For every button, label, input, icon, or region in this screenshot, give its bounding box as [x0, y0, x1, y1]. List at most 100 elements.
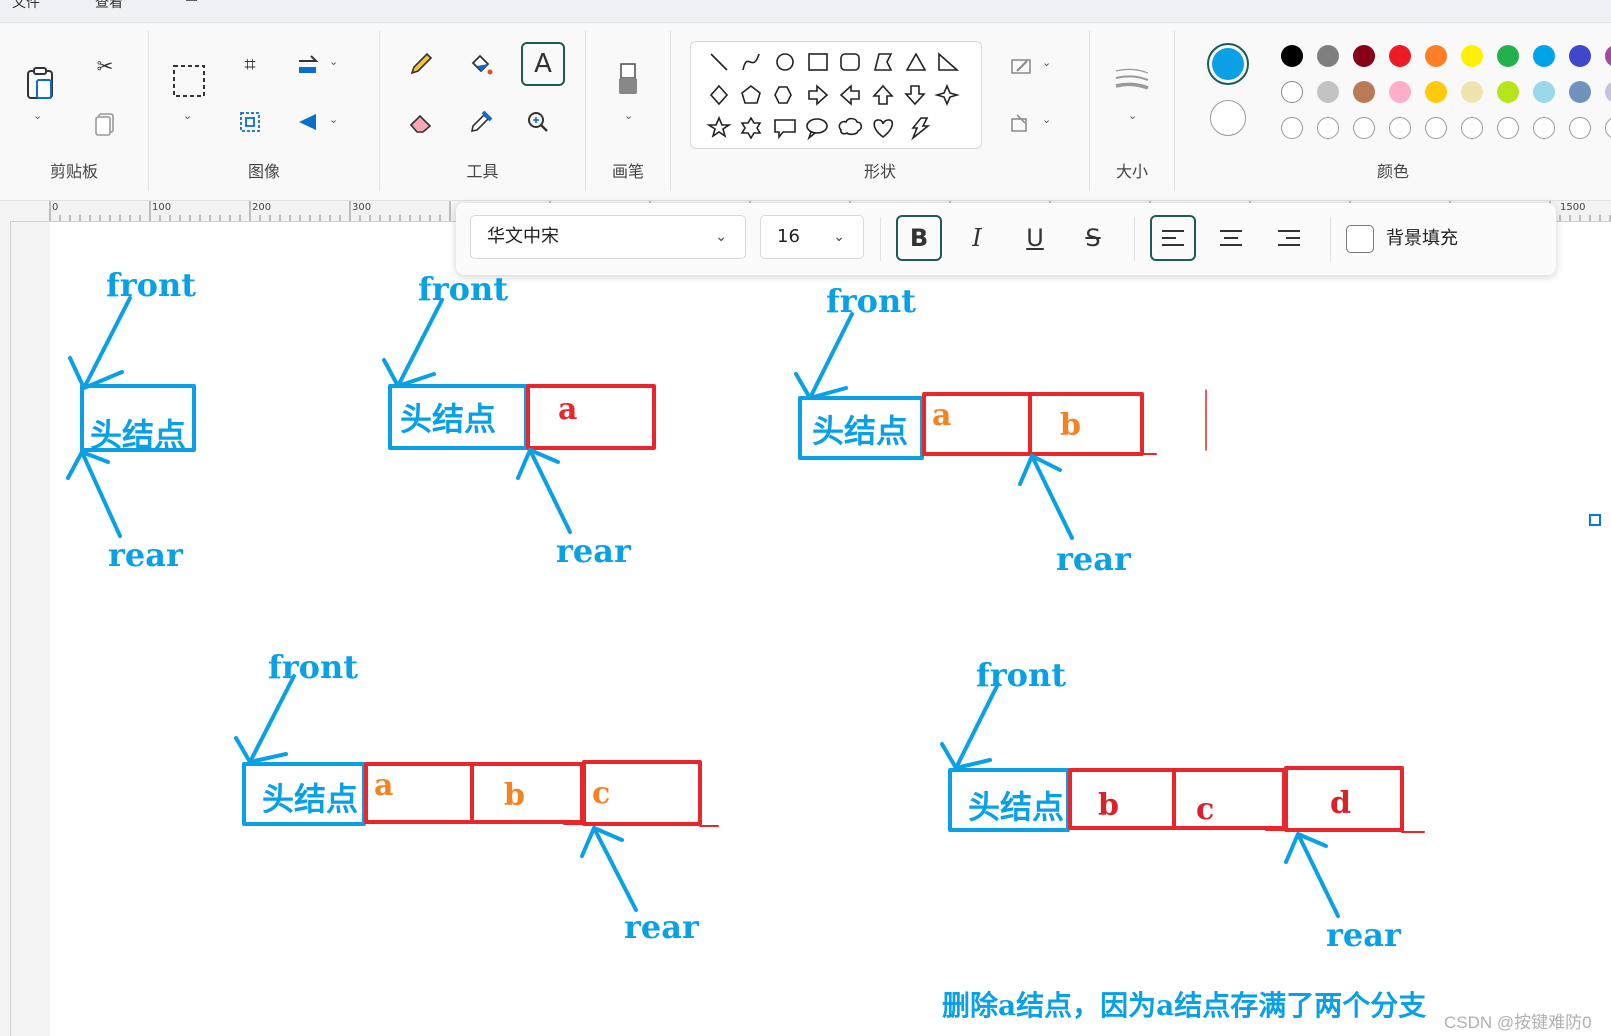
rotate-icon[interactable] [293, 49, 323, 79]
primary-color-button[interactable] [1207, 43, 1249, 85]
pencil-icon[interactable] [406, 49, 436, 79]
menu-file[interactable]: 文件 [12, 0, 40, 12]
rear-label: rear [1056, 540, 1131, 578]
drawing-canvas[interactable]: front 头结点 rear front 头结点 a rear front 头结… [50, 222, 1611, 1036]
oval-shape-icon [776, 53, 794, 71]
bold-button[interactable]: B [896, 215, 942, 261]
color-swatch[interactable] [1425, 81, 1447, 103]
chevron-down-icon[interactable]: ⌄ [329, 55, 338, 68]
outline-icon[interactable] [1006, 51, 1036, 81]
triangle-shape-icon [905, 52, 927, 71]
node-a-label: a [374, 768, 394, 803]
custom-color-slot[interactable] [1605, 117, 1611, 139]
align-left-button[interactable] [1150, 215, 1196, 261]
chevron-down-icon[interactable]: ⌄ [329, 113, 338, 126]
fill-shape-icon[interactable] [1006, 107, 1036, 137]
custom-color-slot[interactable] [1281, 117, 1303, 139]
italic-button[interactable]: I [954, 215, 1000, 261]
menu-view[interactable]: 查看 [95, 0, 123, 12]
vertical-ruler [0, 221, 11, 1036]
redo-icon[interactable]: ↷ [320, 0, 332, 6]
chevron-down-icon[interactable]: ⌄ [1042, 56, 1051, 69]
color-swatch[interactable] [1605, 45, 1611, 67]
custom-color-slot[interactable] [1353, 117, 1375, 139]
ruler-label: 300 [352, 202, 372, 213]
background-fill-checkbox[interactable] [1346, 225, 1374, 253]
magnifier-icon[interactable] [523, 107, 553, 137]
color-swatch[interactable] [1389, 81, 1411, 103]
secondary-color-button[interactable] [1210, 100, 1246, 136]
up-arrow-shape-icon [872, 84, 894, 105]
color-swatch[interactable] [1497, 45, 1519, 67]
custom-color-slot[interactable] [1425, 117, 1447, 139]
drawing-svg [66, 296, 1425, 918]
color-swatch[interactable] [1497, 81, 1519, 103]
chevron-down-icon[interactable]: ⌄ [183, 109, 192, 122]
color-swatch[interactable] [1533, 45, 1555, 67]
crop-icon[interactable]: ⌗ [235, 49, 265, 79]
resize-icon[interactable] [235, 107, 265, 137]
size-icon[interactable] [1114, 65, 1150, 95]
text-tool-button[interactable]: A [521, 42, 565, 86]
brush-icon[interactable] [613, 63, 643, 95]
caption-text: 删除a结点，因为a结点存满了两个分支 [942, 989, 1427, 1022]
align-center-button[interactable] [1208, 215, 1254, 261]
select-button[interactable] [171, 63, 207, 99]
font-family-select[interactable]: 华文中宋 ⌄ [470, 215, 746, 259]
copy-icon[interactable] [90, 109, 120, 139]
color-swatch[interactable] [1461, 81, 1483, 103]
flip-icon[interactable] [293, 107, 323, 137]
color-swatch[interactable] [1317, 45, 1339, 67]
curve-shape-icon [742, 53, 760, 71]
rounded-rectangle-shape-icon [840, 53, 860, 71]
chevron-down-icon[interactable]: ⌄ [1042, 113, 1051, 126]
fill-bucket-icon[interactable] [466, 49, 496, 79]
undo-icon[interactable]: ↶ [252, 0, 264, 6]
node-a-label: a [932, 398, 952, 433]
chevron-down-icon[interactable]: ⌄ [1128, 109, 1137, 122]
ruler-label: 100 [152, 202, 172, 213]
color-swatch[interactable] [1569, 81, 1591, 103]
color-swatch[interactable] [1281, 45, 1303, 67]
color-swatch[interactable] [1605, 81, 1611, 103]
color-swatch[interactable] [1533, 81, 1555, 103]
size-group: ⌄ 大小 [1090, 23, 1174, 200]
node-b-label: b [1060, 408, 1081, 443]
color-swatch[interactable] [1281, 81, 1303, 103]
save-icon[interactable]: ▭ [185, 0, 198, 6]
cut-icon[interactable]: ✂ [90, 51, 120, 81]
chevron-down-icon[interactable]: ⌄ [33, 109, 42, 122]
custom-color-slot[interactable] [1317, 117, 1339, 139]
eraser-icon[interactable] [406, 107, 436, 137]
node-a-label: a [558, 392, 578, 427]
custom-color-slot[interactable] [1461, 117, 1483, 139]
custom-color-slot[interactable] [1569, 117, 1591, 139]
five-point-star-shape-icon [706, 115, 732, 138]
color-swatch[interactable] [1389, 45, 1411, 67]
ribbon: ⌄ ✂ 剪贴板 ⌄ ⌗ ⌄ ⌄ 图像 A 工具 ⌄ 画笔 形状 ⌄ ⌄ ⌄ 大小… [0, 23, 1611, 201]
custom-color-slot[interactable] [1389, 117, 1411, 139]
align-right-button[interactable] [1266, 215, 1312, 261]
align-center-icon [1220, 230, 1242, 246]
color-swatch[interactable] [1569, 45, 1591, 67]
canvas-resize-handle[interactable] [1589, 514, 1601, 526]
menu-bar: 文件 查看 ▭ ↶ ↷ [0, 0, 1611, 23]
custom-color-slot[interactable] [1533, 117, 1555, 139]
color-swatch[interactable] [1353, 81, 1375, 103]
color-swatch[interactable] [1425, 45, 1447, 67]
color-picker-icon[interactable] [466, 107, 496, 137]
chevron-down-icon[interactable]: ⌄ [624, 109, 633, 122]
color-swatch[interactable] [1353, 45, 1375, 67]
polygon-shape-icon [873, 53, 893, 71]
color-swatch[interactable] [1461, 45, 1483, 67]
right-arrow-shape-icon [808, 84, 829, 106]
paste-button[interactable] [22, 65, 58, 101]
node-c-label: c [592, 776, 611, 811]
head-node-label: 头结点 [812, 412, 909, 450]
custom-color-slot[interactable] [1497, 117, 1519, 139]
strikethrough-button[interactable]: S [1070, 215, 1116, 261]
underline-button[interactable]: U [1012, 215, 1058, 261]
font-size-select[interactable]: 16 ⌄ [760, 215, 864, 259]
colors-group: 颜色 [1175, 23, 1611, 200]
color-swatch[interactable] [1317, 81, 1339, 103]
